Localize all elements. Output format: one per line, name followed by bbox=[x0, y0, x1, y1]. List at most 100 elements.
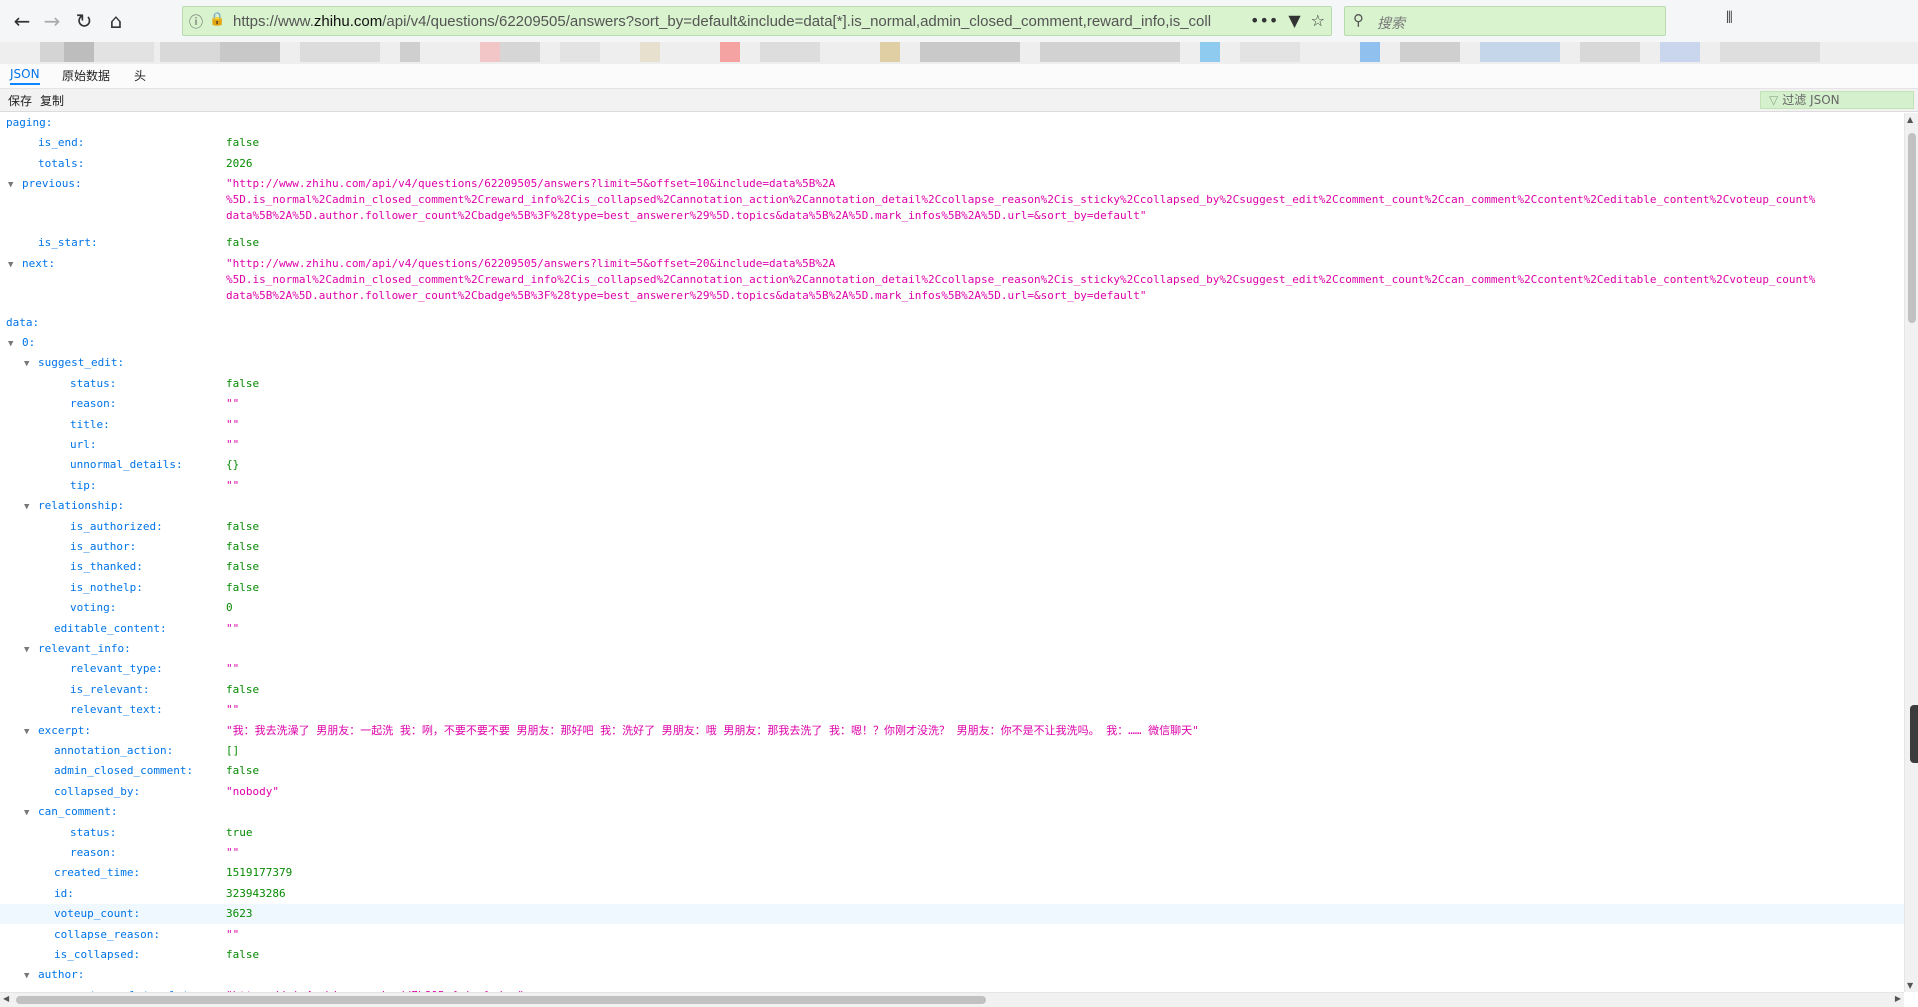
json-row[interactable]: ▼ can_comment: bbox=[0, 802, 1904, 822]
lock-icon[interactable]: 🔒 bbox=[209, 12, 225, 27]
tab-json[interactable]: JSON bbox=[10, 67, 40, 85]
expand-toggle-icon[interactable]: ▼ bbox=[24, 803, 38, 823]
json-row[interactable]: ▼ next: "http://www.zhihu.com/api/v4/quest… bbox=[0, 254, 1904, 313]
json-tree: ▼paging:is_end:falsetotals:2026▼previous… bbox=[0, 113, 1904, 992]
json-key-label: is_author: bbox=[70, 540, 137, 553]
bookmark-item[interactable] bbox=[1040, 42, 1180, 62]
back-button[interactable]: ← bbox=[6, 5, 38, 37]
expand-toggle-icon[interactable]: ▼ bbox=[24, 640, 38, 660]
json-key[interactable]: ▼ can_comment: bbox=[24, 802, 117, 823]
expand-toggle-icon[interactable]: ▼ bbox=[8, 255, 22, 275]
json-key[interactable]: ▼ relevant_info: bbox=[24, 639, 131, 660]
bookmark-item[interactable] bbox=[300, 42, 380, 62]
copy-button[interactable]: 复制 bbox=[40, 92, 64, 109]
json-key[interactable]: ▼data: bbox=[0, 313, 39, 334]
home-button[interactable]: ⌂ bbox=[100, 5, 132, 37]
json-key: id: bbox=[54, 884, 74, 904]
bookmark-item[interactable] bbox=[640, 42, 660, 62]
json-value: false bbox=[226, 948, 260, 961]
json-row[interactable]: ▼ relevant_info: bbox=[0, 639, 1904, 659]
bookmark-item[interactable] bbox=[720, 42, 740, 62]
filter-json-input[interactable]: ▽ 过滤 JSON bbox=[1760, 91, 1914, 109]
json-key[interactable]: ▼ relationship: bbox=[24, 496, 124, 517]
bookmark-item[interactable] bbox=[64, 42, 94, 62]
bookmark-item[interactable] bbox=[560, 42, 600, 62]
json-row[interactable]: ▼ author: bbox=[0, 965, 1904, 985]
bookmark-item[interactable] bbox=[1480, 42, 1560, 62]
library-icon[interactable]: ⫴ bbox=[1726, 8, 1733, 28]
save-button[interactable]: 保存 bbox=[8, 92, 32, 109]
json-key[interactable]: ▼paging: bbox=[0, 113, 52, 134]
bookmark-item[interactable] bbox=[880, 42, 900, 62]
json-value: false bbox=[226, 580, 260, 594]
back-arrow-icon: ← bbox=[13, 9, 31, 33]
scroll-up-icon[interactable]: ▲ bbox=[1907, 115, 1913, 124]
bookmark-item[interactable] bbox=[1400, 42, 1460, 62]
json-key[interactable]: ▼ author: bbox=[24, 965, 84, 986]
json-key[interactable]: ▼ next: bbox=[8, 254, 55, 275]
viewer-tabs: JSON 原始数据 头 bbox=[0, 64, 1918, 89]
json-key[interactable]: ▼ previous: bbox=[8, 174, 82, 195]
bookmark-item[interactable] bbox=[480, 42, 500, 62]
json-key[interactable]: ▼ excerpt: bbox=[24, 721, 91, 742]
expand-toggle-icon[interactable]: ▼ bbox=[8, 175, 22, 195]
json-row[interactable]: ▼data: bbox=[0, 313, 1904, 333]
json-key: url: bbox=[70, 435, 97, 455]
bookmark-item[interactable] bbox=[160, 42, 220, 62]
address-bar[interactable]: ⓘ 🔒 https://www.zhihu.com/api/v4/questio… bbox=[182, 6, 1332, 36]
forward-button[interactable]: → bbox=[36, 5, 68, 37]
scroll-down-icon[interactable]: ▼ bbox=[1907, 981, 1913, 990]
json-row[interactable]: ▼ previous: "http://www.zhihu.com/api/v4/q… bbox=[0, 174, 1904, 233]
bookmark-item[interactable] bbox=[400, 42, 420, 62]
json-key[interactable]: ▼ 0: bbox=[8, 333, 35, 354]
json-key: is_relevant: bbox=[70, 680, 149, 700]
reload-button[interactable]: ↻ bbox=[68, 5, 100, 37]
bookmark-item[interactable] bbox=[1660, 42, 1700, 62]
bookmark-item[interactable] bbox=[220, 42, 280, 62]
pocket-icon[interactable]: ▼ bbox=[1288, 11, 1300, 30]
bookmark-star-icon[interactable]: ☆ bbox=[1311, 11, 1325, 30]
horizontal-scroll-thumb[interactable] bbox=[16, 996, 986, 1004]
search-bar[interactable]: ⚲ 搜索 bbox=[1344, 6, 1666, 36]
page-actions-icon[interactable]: ••• bbox=[1250, 11, 1278, 30]
side-panel-handle[interactable] bbox=[1910, 705, 1918, 763]
vertical-scrollbar[interactable]: ▲ ▼ bbox=[1904, 113, 1918, 992]
info-icon[interactable]: ⓘ bbox=[189, 12, 203, 32]
expand-toggle-icon[interactable]: ▼ bbox=[24, 966, 38, 986]
json-key[interactable]: ▼ suggest_edit: bbox=[24, 353, 124, 374]
tab-headers[interactable]: 头 bbox=[134, 67, 146, 84]
json-value: true bbox=[226, 825, 253, 839]
json-key-label: relevant_text: bbox=[70, 703, 163, 717]
url-text[interactable]: https://www.zhihu.com/api/v4/questions/6… bbox=[233, 13, 1243, 30]
bookmark-item[interactable] bbox=[920, 42, 1020, 62]
scroll-right-icon[interactable]: ▶ bbox=[1895, 994, 1901, 1003]
json-row[interactable]: ▼ suggest_edit: bbox=[0, 353, 1904, 373]
tab-raw-data[interactable]: 原始数据 bbox=[62, 67, 110, 84]
json-key: relevant_text: bbox=[70, 700, 163, 720]
json-row: totals: 2026 bbox=[0, 154, 1904, 174]
bookmark-item[interactable] bbox=[760, 42, 820, 62]
bookmark-item[interactable] bbox=[40, 42, 64, 62]
bookmark-item[interactable] bbox=[1200, 42, 1220, 62]
json-row[interactable]: ▼ 0: bbox=[0, 333, 1904, 353]
json-key: annotation_action: bbox=[54, 741, 173, 761]
bookmark-item[interactable] bbox=[94, 42, 154, 62]
json-row: tip: "" bbox=[0, 476, 1904, 496]
bookmark-item[interactable] bbox=[1240, 42, 1300, 62]
json-row[interactable]: ▼ excerpt: "我：我去洗澡了 男朋友：一起洗 我：咧，不要不要不要 男朋友… bbox=[0, 721, 1904, 741]
json-row[interactable]: ▼ relationship: bbox=[0, 496, 1904, 516]
bookmark-item[interactable] bbox=[1580, 42, 1640, 62]
expand-toggle-icon[interactable]: ▼ bbox=[8, 334, 22, 354]
bookmark-item[interactable] bbox=[500, 42, 540, 62]
json-row[interactable]: ▼paging: bbox=[0, 113, 1904, 133]
horizontal-scrollbar[interactable]: ◀ ▶ bbox=[0, 992, 1904, 1007]
expand-toggle-icon[interactable]: ▼ bbox=[24, 497, 38, 517]
vertical-scroll-thumb[interactable] bbox=[1908, 133, 1916, 323]
scroll-left-icon[interactable]: ◀ bbox=[3, 994, 9, 1003]
expand-toggle-icon[interactable]: ▼ bbox=[24, 354, 38, 374]
bookmark-item[interactable] bbox=[1720, 42, 1820, 62]
expand-toggle-icon[interactable]: ▼ bbox=[24, 722, 38, 742]
json-key-label: can_comment: bbox=[38, 805, 118, 819]
json-key-label: voting: bbox=[70, 601, 117, 615]
bookmark-item[interactable] bbox=[1360, 42, 1380, 62]
